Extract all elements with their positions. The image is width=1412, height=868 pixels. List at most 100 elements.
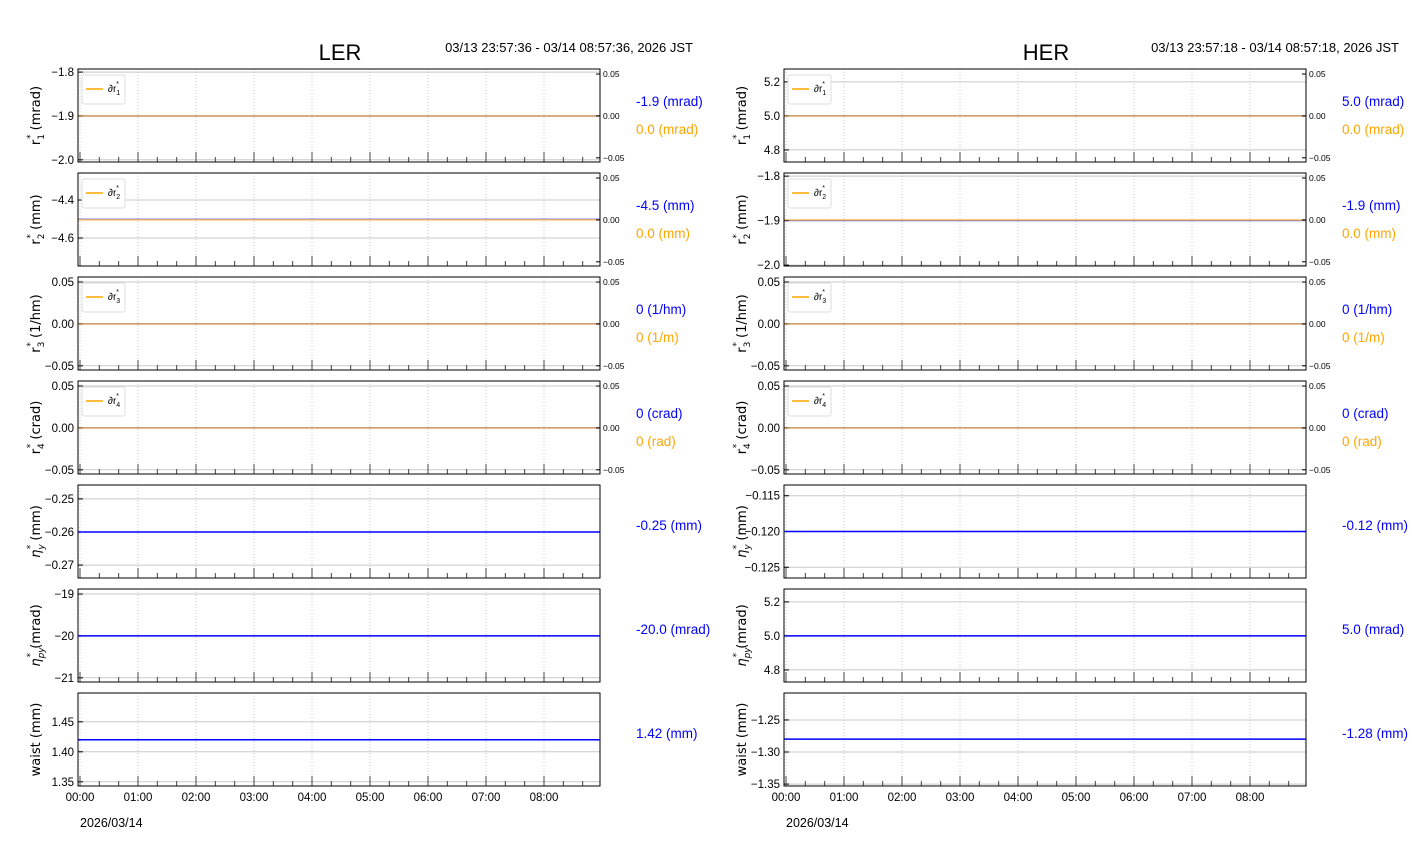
x-tick-label: 04:00 [298,792,327,804]
panel: 0.050.00−0.050.050.00−0.05∂r4*0 (crad)0 … [732,380,1389,477]
y-label-unit: (1/hm) [735,294,750,342]
delta-value: 0 (1/m) [636,330,679,345]
y-label-symbol: η [735,658,750,666]
y-tick-label: −0.05 [751,361,780,373]
delta-value: 0 (rad) [636,434,676,449]
legend-sup: * [116,81,119,88]
right-y-tick-label: 0.05 [603,173,620,183]
right-y-tick-label: −0.05 [603,465,625,475]
y-axis-label: r3* (1/hm) [26,294,47,352]
y-tick-label: 0.05 [52,381,74,393]
y-tick-label: −1.8 [51,67,74,79]
date-label: 2026/03/14 [80,816,143,830]
panel: −4.4−4.60.050.00−0.05∂r2*-4.5 (mm)0.0 (m… [26,172,695,267]
x-tick-label: 01:00 [124,792,153,804]
delta-value: 0 (1/m) [1342,330,1385,345]
panel: 5.2 5.0 4.8 5.0 (mrad) ηpy* (mrad) [732,588,1404,683]
y-tick-label: −1.9 [757,216,780,228]
legend-sup: * [116,393,119,400]
y-label-unit: (mm) [29,194,44,234]
y-label-unit: (mm) [29,505,44,545]
legend-sub: 4 [822,402,826,409]
y-tick-label: 0.00 [52,423,74,435]
right-y-tick-label: −0.05 [1309,465,1331,475]
right-y-tick-label: 0.00 [1309,215,1326,225]
y-tick-label: 1.35 [52,777,74,789]
legend-sub: 4 [116,402,120,409]
legend: ∂r2* [787,178,832,209]
right-y-tick-label: 0.00 [1309,319,1326,329]
panel: −1.8−1.9−2.00.050.00−0.05∂r1*-1.9 (mrad)… [26,67,703,167]
y-tick-label: 4.8 [764,145,780,157]
legend-sub: 3 [116,298,120,305]
y-label-unit: (mrad) [29,86,44,135]
x-tick-label: 02:00 [888,792,917,804]
y-axis-label: waist (mm) [735,703,750,777]
current-value: -20.0 (mrad) [636,622,710,637]
y-label-unit: (mrad) [735,86,750,135]
y-axis-label: waist (mm) [29,703,44,777]
y-tick-label: 5.2 [764,597,780,609]
y-label-symbol: waist [735,742,750,776]
chart-title: HER [1023,40,1069,65]
right-y-tick-label: 0.00 [603,215,620,225]
current-value: 0 (crad) [636,406,683,421]
legend: ∂r4* [787,386,832,417]
y-label-unit: (mrad) [735,604,750,653]
panel: −0.25 −0.26 −0.27 -0.25 (mm) ηy* (mm) [26,484,702,579]
legend-sup: * [822,81,825,88]
y-tick-label: −1.35 [751,779,780,791]
y-axis-label: ηy* (mm) [732,505,753,558]
panel: 0.050.00−0.050.050.00−0.05∂r4*0 (crad)0 … [26,380,683,477]
legend: ∂r3* [787,282,832,313]
right-y-tick-label: −0.05 [1309,153,1331,163]
right-y-tick-label: −0.05 [1309,257,1331,267]
current-value: 5.0 (mrad) [1342,622,1404,637]
current-value: 0 (crad) [1342,406,1389,421]
right-y-tick-label: 0.05 [603,381,620,391]
right-y-tick-label: 0.05 [1309,381,1326,391]
y-tick-label: −0.05 [45,465,74,477]
y-tick-label: 0.00 [758,423,780,435]
legend: ∂r2* [81,178,126,209]
current-value: -1.9 (mm) [1342,198,1401,213]
legend-sub: 2 [822,194,826,201]
panel: −1.8−1.9−2.00.050.00−0.05∂r2*-1.9 (mm)0.… [732,171,1401,272]
legend-sub: 1 [822,90,826,97]
delta-value: 0.0 (mm) [1342,226,1396,241]
current-value: -1.28 (mm) [1342,726,1408,741]
delta-value: 0.0 (mrad) [1342,122,1404,137]
right-y-tick-label: 0.00 [603,111,620,121]
y-axis-label: ηy* (mm) [26,505,47,558]
legend-sup: * [822,393,825,400]
current-value: -0.12 (mm) [1342,518,1408,533]
y-axis-label: r3* (1/hm) [732,294,753,352]
y-label-unit: (mrad) [29,604,44,653]
y-tick-label: −1.30 [751,747,780,759]
y-tick-label: −0.05 [45,361,74,373]
legend: ∂r4* [81,386,126,417]
y-tick-label: −0.115 [745,491,780,503]
right-y-tick-label: 0.05 [603,277,620,287]
y-tick-label: −4.6 [51,233,74,245]
current-value: 0 (1/hm) [1342,302,1392,317]
y-tick-label: 1.45 [52,717,74,729]
right-y-tick-label: 0.05 [1309,277,1326,287]
x-tick-label: 03:00 [240,792,269,804]
y-tick-label: −0.27 [45,560,74,572]
y-label-symbol: waist [29,742,44,776]
y-axis-label: ηpy* (mrad) [732,604,753,666]
right-y-tick-label: 0.05 [603,69,620,79]
date-label: 2026/03/14 [786,816,849,830]
current-value: 1.42 (mm) [636,726,698,741]
x-tick-label: 01:00 [830,792,859,804]
right-y-tick-label: 0.00 [603,319,620,329]
x-tick-label: 08:00 [1236,792,1265,804]
legend-sup: * [822,289,825,296]
right-y-tick-label: −0.05 [603,153,625,163]
panel: 0.050.00−0.050.050.00−0.05∂r3*0 (1/hm)0 … [732,276,1392,373]
legend-sub: 3 [822,298,826,305]
y-label-symbol: η [29,550,44,558]
right-y-tick-label: −0.05 [603,361,625,371]
right-y-tick-label: 0.00 [1309,423,1326,433]
